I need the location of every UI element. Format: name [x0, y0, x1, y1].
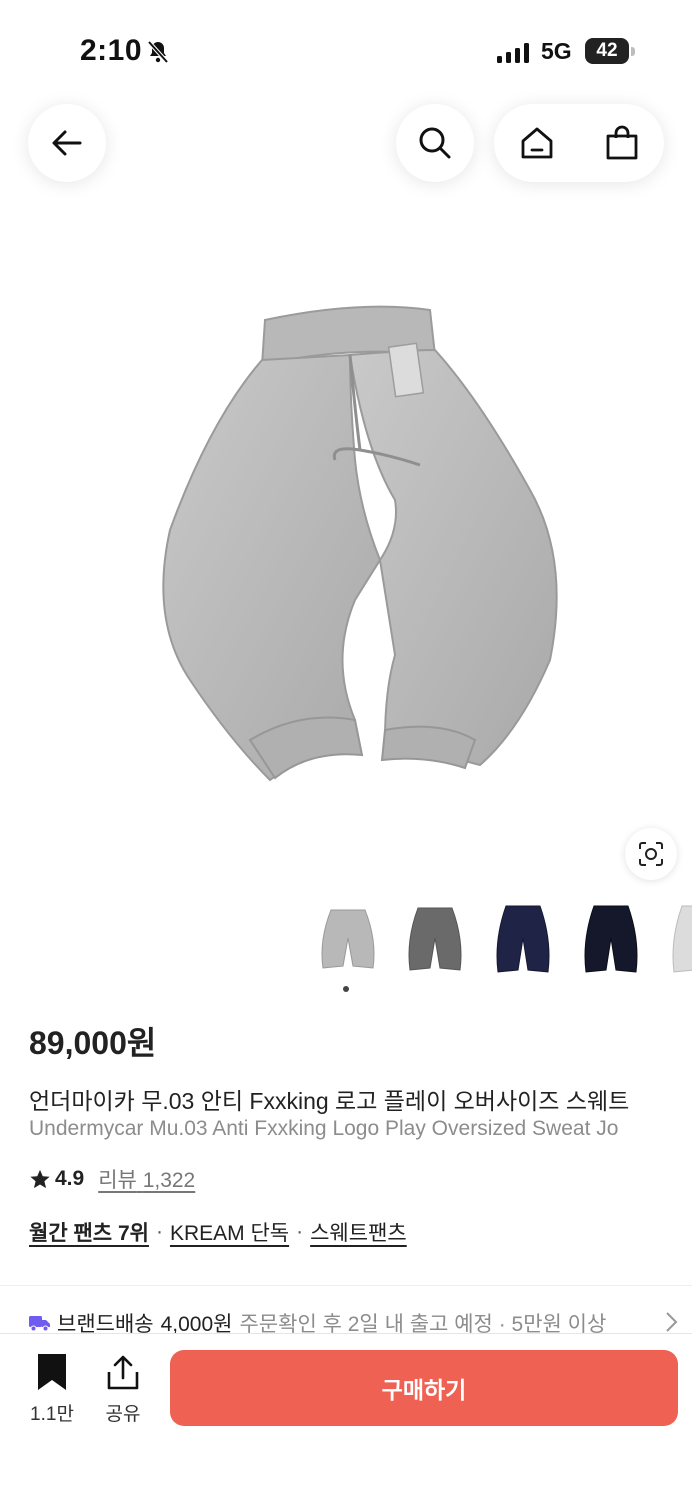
- shopping-bag-icon: [606, 125, 637, 160]
- thumbnail-1[interactable]: [313, 900, 383, 980]
- rating-score: 4.9: [55, 1167, 85, 1190]
- tag-exclusive[interactable]: KREAM 단독: [170, 1217, 289, 1247]
- rating-row: 4.9 리뷰 1,322: [29, 1164, 195, 1194]
- thumbnail-5[interactable]: [664, 900, 692, 980]
- divider: [0, 1285, 692, 1286]
- thumbnail-2[interactable]: [400, 900, 470, 980]
- home-cart-group: [494, 104, 664, 182]
- cart-button[interactable]: [592, 113, 652, 173]
- tags-row: 월간 팬츠 7위 · KREAM 단독 · 스웨트팬츠: [29, 1217, 407, 1247]
- network-type: 5G: [541, 38, 572, 64]
- product-title-en: Undermycar Mu.03 Anti Fxxking Logo Play …: [29, 1117, 619, 1140]
- tag-ranking[interactable]: 월간 팬츠 7위: [29, 1217, 149, 1247]
- bookmark-button[interactable]: 1.1만: [28, 1354, 76, 1426]
- buy-button[interactable]: 구매하기: [170, 1350, 678, 1426]
- review-link[interactable]: 리뷰 1,322: [98, 1164, 195, 1194]
- bookmark-count: 1.1만: [30, 1404, 74, 1425]
- battery-indicator: 42: [585, 38, 629, 64]
- tag-separator: ·: [155, 1220, 163, 1243]
- review-count: 1,322: [142, 1169, 196, 1192]
- price: 89,000원: [29, 1025, 157, 1061]
- title-fade: [622, 1080, 692, 1150]
- back-button[interactable]: [28, 104, 106, 182]
- share-label: 공유: [105, 1404, 141, 1425]
- bottom-action-bar: 1.1만 공유 구매하기: [0, 1333, 692, 1501]
- signal-icon: [497, 43, 529, 63]
- review-label: 리뷰: [98, 1169, 137, 1192]
- star-icon: [30, 1169, 50, 1189]
- product-image[interactable]: [150, 300, 570, 790]
- tag-category[interactable]: 스웨트팬츠: [310, 1217, 407, 1247]
- search-button[interactable]: [396, 104, 474, 182]
- search-icon: [419, 127, 451, 159]
- color-thumbnails: [0, 900, 692, 980]
- arrow-left-icon: [52, 130, 82, 156]
- status-bar: 2:10 5G 42: [0, 0, 692, 100]
- bell-muted-icon: [147, 40, 169, 64]
- share-icon: [107, 1355, 139, 1390]
- lens-icon: [639, 842, 663, 866]
- image-search-button[interactable]: [625, 828, 677, 880]
- status-time: 2:10: [80, 34, 143, 67]
- home-button[interactable]: [507, 113, 567, 173]
- share-button[interactable]: 공유: [98, 1354, 148, 1426]
- product-title-ko: 언더마이카 무.03 안티 Fxxking 로고 플레이 오버사이즈 스웨트: [29, 1088, 630, 1114]
- carousel-indicator: [343, 986, 349, 992]
- thumbnail-4[interactable]: [576, 900, 646, 980]
- chevron-right-icon: [666, 1312, 678, 1332]
- home-icon: [521, 127, 552, 159]
- tag-separator: ·: [296, 1220, 304, 1243]
- bookmark-icon: [38, 1354, 66, 1390]
- truck-icon: [29, 1316, 50, 1332]
- battery-tip: [631, 47, 635, 56]
- thumbnail-3[interactable]: [488, 900, 558, 980]
